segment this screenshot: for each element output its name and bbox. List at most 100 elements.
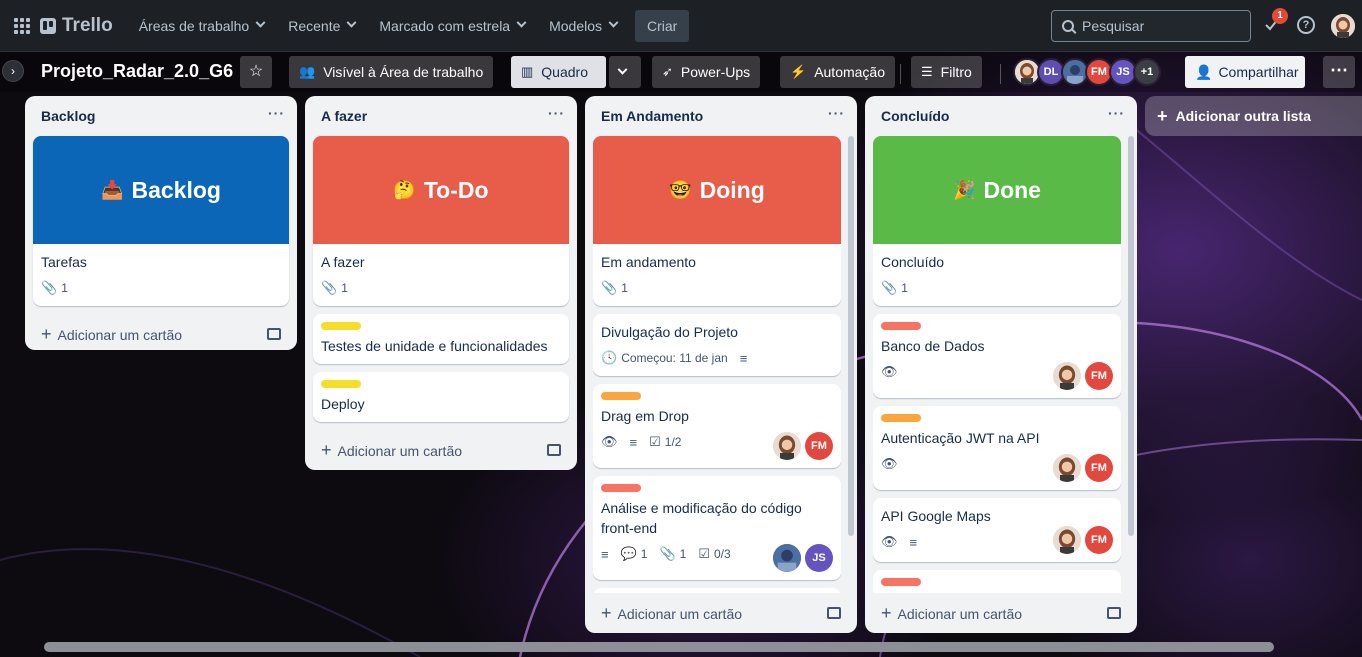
member-avatar[interactable] — [773, 432, 801, 460]
trello-logo[interactable]: Trello — [40, 15, 113, 37]
add-card-button[interactable]: + Adicionar um cartão — [313, 430, 569, 470]
paperclip-icon: 📎 — [881, 280, 898, 295]
add-person-icon: 👤 — [1195, 63, 1213, 80]
board-view-button[interactable]: ▥ Quadro — [511, 56, 606, 88]
views-dropdown-button[interactable] — [609, 56, 641, 88]
search-input[interactable] — [1082, 18, 1232, 34]
create-button[interactable]: Criar — [635, 9, 690, 42]
add-card-button[interactable]: + Adicionar um cartão — [33, 314, 289, 354]
comment-icon: 💬 — [620, 546, 637, 561]
card[interactable] — [873, 570, 1121, 593]
cover-card[interactable]: 🤔 To-Do A fazer 📎 1 — [313, 136, 569, 306]
member-avatar[interactable] — [1053, 454, 1081, 482]
card[interactable]: Divulgação do Projeto 🕓 Começou: 11 de ja… — [593, 314, 841, 376]
card-label[interactable] — [881, 414, 921, 422]
board-menu-button[interactable]: ⋯ — [1323, 56, 1355, 88]
card-template-icon[interactable] — [1107, 607, 1121, 619]
card[interactable]: Drag em Drop 👁 ≡ ☑ 1/2 FM — [593, 384, 841, 468]
visibility-button[interactable]: 👥 Visível à Área de trabalho — [289, 56, 494, 88]
card-label[interactable] — [601, 484, 641, 492]
card[interactable] — [593, 588, 841, 593]
member-avatar[interactable]: FM — [1085, 454, 1113, 482]
add-card-button[interactable]: + Adicionar um cartão — [593, 593, 849, 633]
help-icon[interactable]: ? — [1297, 16, 1315, 34]
card-template-icon[interactable] — [547, 444, 561, 456]
nerd-emoji-icon: 🤓 — [669, 179, 692, 200]
card-label[interactable] — [601, 392, 641, 400]
paperclip-icon: 📎 — [601, 280, 618, 295]
card-title: Em andamento — [601, 254, 696, 270]
card-label[interactable] — [881, 578, 921, 586]
watch-eye-icon: 👁 — [881, 364, 898, 379]
member-avatar[interactable] — [773, 544, 801, 572]
powerups-button[interactable]: ➶ Power-Ups — [652, 56, 761, 88]
list-scrollbar[interactable] — [848, 136, 854, 536]
card-template-icon[interactable] — [267, 328, 281, 340]
card[interactable]: Deploy — [313, 372, 569, 422]
nav-starred[interactable]: Marcado com estrela — [367, 10, 537, 42]
card[interactable]: Banco de Dados 👁 FM — [873, 314, 1121, 398]
card[interactable]: Testes de unidade e funcionalidades — [313, 314, 569, 364]
attachment-badge: 📎 1 — [881, 280, 908, 296]
cover-card[interactable]: 📥 Backlog Tarefas 📎 1 — [33, 136, 289, 306]
sidebar-expand-button[interactable]: › — [2, 60, 24, 82]
member-avatar[interactable] — [1053, 362, 1081, 390]
search-box[interactable] — [1051, 10, 1251, 42]
list-menu-icon[interactable]: ··· — [1108, 105, 1125, 127]
list-title[interactable]: A fazer — [321, 108, 367, 124]
add-card-label: Adicionar um cartão — [617, 605, 743, 622]
member-avatar[interactable]: FM — [805, 432, 833, 460]
board-title[interactable]: Projeto_Radar_2.0_G6 — [41, 61, 233, 82]
list-menu-icon[interactable]: ··· — [828, 105, 845, 127]
checklist-badge: ☑ 0/3 — [698, 546, 730, 562]
card-cover: 🎉 Done — [873, 136, 1121, 244]
member-avatar[interactable]: FM — [1085, 362, 1113, 390]
cover-card[interactable]: 🎉 Done Concluído 📎 1 — [873, 136, 1121, 306]
top-navigation-bar: Trello Áreas de trabalho Recente Marcado… — [0, 0, 1362, 52]
list-scrollbar[interactable] — [1128, 136, 1134, 536]
attachment-count: 1 — [621, 281, 628, 295]
card[interactable]: Análise e modificação do código front-en… — [593, 476, 841, 580]
extra-members-count[interactable]: +1 — [1133, 58, 1161, 86]
paperclip-icon: 📎 — [321, 280, 338, 295]
chevron-down-icon — [516, 17, 527, 28]
list-title[interactable]: Em Andamento — [601, 108, 703, 124]
card-label[interactable] — [321, 322, 361, 330]
card-cover: 🤔 To-Do — [313, 136, 569, 244]
nav-workspaces[interactable]: Áreas de trabalho — [127, 10, 277, 42]
card-label[interactable] — [321, 380, 361, 388]
nav-recent[interactable]: Recente — [276, 10, 367, 42]
add-list-button[interactable]: + Adicionar outra lista — [1145, 96, 1362, 136]
card[interactable]: API Google Maps 👁 ≡ FM — [873, 498, 1121, 562]
nav-starred-label: Marcado com estrela — [379, 17, 511, 34]
cover-card[interactable]: 🤓 Doing Em andamento 📎 1 — [593, 136, 841, 306]
member-avatar[interactable]: JS — [805, 544, 833, 572]
watch-eye-icon: 👁 — [881, 534, 898, 549]
chevron-down-icon — [346, 17, 357, 28]
list-title[interactable]: Concluído — [881, 108, 949, 124]
add-card-button[interactable]: + Adicionar um cartão — [873, 593, 1129, 633]
star-board-button[interactable]: ☆ — [240, 56, 272, 88]
member-avatar[interactable] — [1053, 526, 1081, 554]
share-button[interactable]: 👤 Compartilhar — [1185, 56, 1305, 88]
checkbox-icon: ☑ — [649, 434, 661, 449]
nav-templates[interactable]: Modelos — [537, 10, 629, 42]
list-title[interactable]: Backlog — [41, 108, 95, 124]
list-menu-icon[interactable]: ··· — [268, 105, 285, 127]
description-icon: ≡ — [739, 350, 748, 366]
automation-button[interactable]: ⚡ Automação — [780, 56, 896, 88]
scrollbar-thumb[interactable] — [44, 642, 1274, 652]
card-cover: 🤓 Doing — [593, 136, 841, 244]
member-avatar[interactable]: FM — [1085, 526, 1113, 554]
description-icon: ≡ — [909, 534, 918, 550]
list-menu-icon[interactable]: ··· — [548, 105, 565, 127]
app-switcher-icon[interactable] — [12, 16, 32, 36]
user-avatar[interactable] — [1331, 14, 1355, 38]
board-horizontal-scrollbar[interactable] — [14, 640, 1348, 652]
card-label[interactable] — [881, 322, 921, 330]
chevron-down-icon — [608, 17, 619, 28]
card-template-icon[interactable] — [827, 607, 841, 619]
automation-label: Automação — [814, 64, 886, 80]
filter-button[interactable]: ☰ Filtro — [911, 56, 982, 88]
card[interactable]: Autenticação JWT na API 👁 FM — [873, 406, 1121, 490]
